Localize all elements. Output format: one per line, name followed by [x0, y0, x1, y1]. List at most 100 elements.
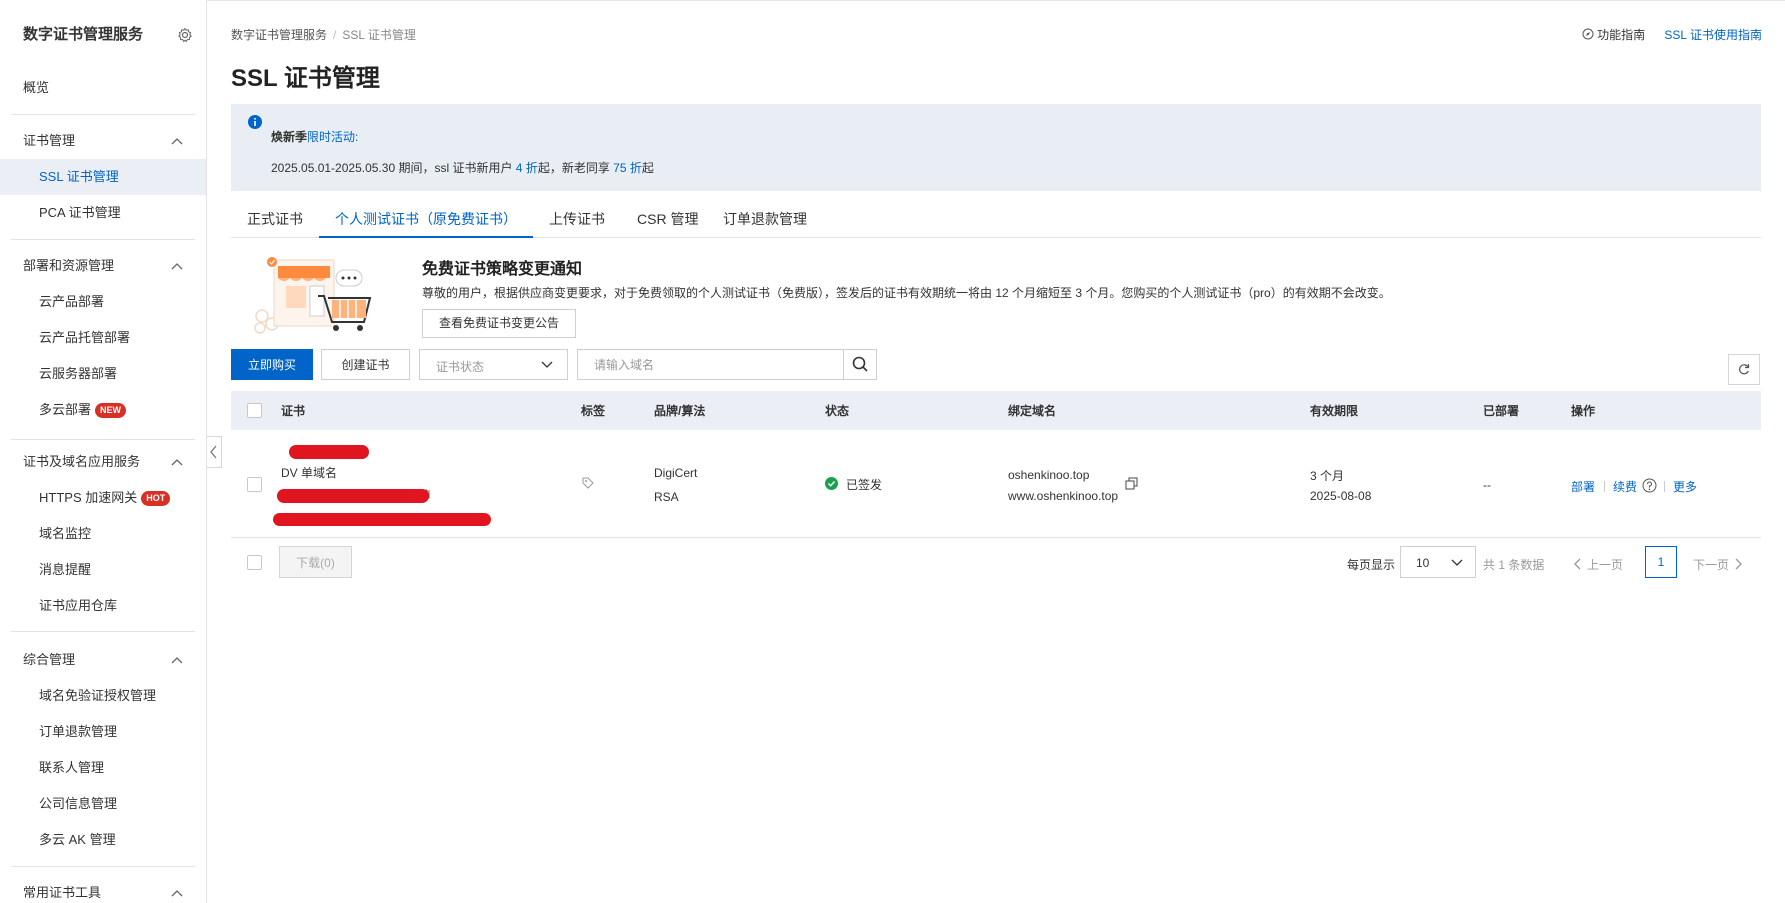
sidebar-divider: [11, 866, 195, 867]
deployed-count: --: [1483, 478, 1491, 492]
sidebar-item-domain-auth[interactable]: 域名免验证授权管理: [39, 686, 156, 706]
refresh-button[interactable]: [1728, 354, 1760, 385]
redacted-cert-name: [289, 445, 369, 459]
renew-link[interactable]: 续费: [1613, 478, 1637, 495]
sidebar-group-deploy[interactable]: 部署和资源管理: [23, 256, 183, 276]
chevron-down-icon: [1451, 559, 1463, 566]
sidebar-item-cloud-deploy[interactable]: 云产品部署: [39, 292, 104, 312]
total-count: 共 1 条数据: [1483, 558, 1545, 572]
page-title: SSL 证书管理: [231, 65, 380, 92]
table-header: 证书 标签 品牌/算法 状态 绑定域名 有效期限 已部署 操作: [231, 391, 1761, 430]
chevron-left-icon: [210, 445, 217, 459]
sidebar-title: 数字证书管理服务: [23, 26, 144, 43]
copy-icon[interactable]: [1125, 477, 1138, 490]
new-badge: NEW: [95, 403, 127, 418]
notice-text: 起，新老同享: [537, 161, 614, 175]
page-number-current[interactable]: 1: [1645, 546, 1677, 578]
page-size-select[interactable]: 10: [1400, 546, 1476, 578]
breadcrumb-root[interactable]: 数字证书管理服务: [231, 28, 327, 42]
search-button[interactable]: [843, 350, 876, 379]
row-checkbox[interactable]: [247, 477, 262, 492]
notice-text: 起: [641, 161, 654, 175]
tag-icon[interactable]: [581, 476, 595, 490]
tab-order-refund[interactable]: 订单退款管理: [723, 209, 807, 237]
sidebar-group-general[interactable]: 综合管理: [23, 650, 183, 670]
col-header-domain: 绑定域名: [1008, 404, 1057, 418]
help-circle-icon[interactable]: [1642, 478, 1657, 493]
view-announcement-button[interactable]: 查看免费证书变更公告: [422, 309, 576, 338]
sidebar-item-domain-monitor[interactable]: 域名监控: [39, 524, 91, 544]
cert-status-select[interactable]: 证书状态: [419, 349, 568, 380]
col-header-validity: 有效期限: [1310, 404, 1359, 418]
ssl-guide-link[interactable]: SSL 证书使用指南: [1664, 28, 1762, 42]
gear-icon[interactable]: [177, 27, 193, 43]
col-header-actions: 操作: [1571, 404, 1596, 418]
top-links: 功能指南 SSL 证书使用指南: [1582, 26, 1762, 43]
sidebar-divider: [11, 114, 195, 115]
sidebar-item-multicloud-ak[interactable]: 多云 AK 管理: [39, 830, 116, 850]
chevron-up-icon: [171, 459, 183, 466]
sidebar-item-https-gateway[interactable]: HTTPS 加速网关 HOT: [39, 488, 171, 508]
chevron-up-icon: [171, 890, 183, 897]
sidebar-item-cloud-hosted-deploy[interactable]: 云产品托管部署: [39, 328, 130, 348]
sidebar-item-alerts[interactable]: 消息提醒: [39, 560, 91, 580]
expire-date: 2025-08-08: [1310, 489, 1372, 503]
validity-period: 3 个月: [1310, 469, 1345, 483]
notice-activity-link[interactable]: 限时活动:: [307, 130, 358, 144]
notice-discount-2: 75 折: [613, 161, 642, 175]
sidebar-item-contacts[interactable]: 联系人管理: [39, 758, 104, 778]
sidebar-item-refund[interactable]: 订单退款管理: [39, 722, 117, 742]
refresh-icon: [1739, 364, 1750, 375]
feature-guide-label: 功能指南: [1597, 28, 1646, 42]
sidebar-group-domain-services[interactable]: 证书及域名应用服务: [23, 452, 183, 472]
sidebar-item-label: 多云部署: [39, 402, 92, 417]
download-button[interactable]: 下载(0): [279, 546, 352, 578]
col-header-tag: 标签: [581, 404, 606, 418]
deploy-link[interactable]: 部署: [1571, 478, 1595, 495]
col-header-status: 状态: [825, 404, 850, 418]
notice-line-2: 2025.05.01-2025.05.30 期间，ssl 证书新用户 4 折起，…: [271, 159, 654, 176]
domain-search-input[interactable]: [578, 350, 844, 379]
sidebar-item-cert-repo[interactable]: 证书应用仓库: [39, 596, 117, 616]
sidebar-item-ssl-cert[interactable]: SSL 证书管理: [39, 167, 119, 187]
sidebar-item-overview[interactable]: 概览: [23, 78, 49, 98]
sidebar-item-company-info[interactable]: 公司信息管理: [39, 794, 117, 814]
footer-select-all-checkbox[interactable]: [247, 555, 262, 570]
sidebar-item-server-deploy[interactable]: 云服务器部署: [39, 364, 117, 384]
action-separator: [1664, 481, 1665, 492]
prev-page-label: 上一页: [1587, 558, 1624, 572]
sidebar-group-cert-management[interactable]: 证书管理: [23, 131, 183, 151]
tab-csr-management[interactable]: CSR 管理: [637, 209, 698, 237]
sidebar-group-label: 综合管理: [23, 652, 76, 667]
sidebar-item-label: HTTPS 加速网关: [39, 490, 138, 505]
buy-now-button[interactable]: 立即购买: [231, 349, 313, 380]
tab-official-cert[interactable]: 正式证书: [247, 209, 303, 237]
more-link[interactable]: 更多: [1673, 478, 1697, 495]
chevron-left-icon: [1574, 558, 1581, 570]
tab-personal-test-cert[interactable]: 个人测试证书（原免费证书）: [335, 209, 517, 237]
redacted-cert-info: [273, 513, 491, 526]
policy-change-title: 免费证书策略变更通知: [422, 261, 583, 278]
tab-upload-cert[interactable]: 上传证书: [549, 209, 605, 237]
create-cert-button[interactable]: 创建证书: [321, 349, 410, 380]
sidebar-group-label: 证书及域名应用服务: [23, 454, 141, 469]
check-circle-icon: [825, 477, 838, 490]
top-border: [0, 0, 1785, 1]
cert-type: DV 单域名: [281, 466, 338, 480]
info-icon: [248, 115, 262, 129]
feature-guide-link[interactable]: 功能指南: [1582, 28, 1648, 42]
sidebar-group-tools[interactable]: 常用证书工具: [23, 883, 183, 903]
table-row: DV 单域名 DigiCert RSA 已签发 oshenkinoo.top w…: [231, 430, 1761, 538]
prev-page-button[interactable]: 上一页: [1573, 556, 1623, 573]
next-page-button[interactable]: 下一页: [1693, 556, 1743, 573]
sidebar-collapse-button[interactable]: [207, 436, 222, 468]
select-all-checkbox[interactable]: [247, 403, 262, 418]
redacted-cert-id: [277, 489, 429, 503]
sidebar-item-pca-cert[interactable]: PCA 证书管理: [39, 203, 121, 223]
sidebar-group-label: 常用证书工具: [23, 885, 102, 900]
shop-cart-illustration: [252, 252, 396, 334]
col-header-deployed: 已部署: [1483, 404, 1520, 418]
sidebar-item-multicloud-deploy[interactable]: 多云部署 NEW: [39, 400, 127, 420]
breadcrumb-separator: /: [333, 28, 337, 42]
sidebar: 数字证书管理服务 概览 证书管理 SSL 证书管理 PCA 证书管理 部署和资源…: [0, 0, 207, 903]
